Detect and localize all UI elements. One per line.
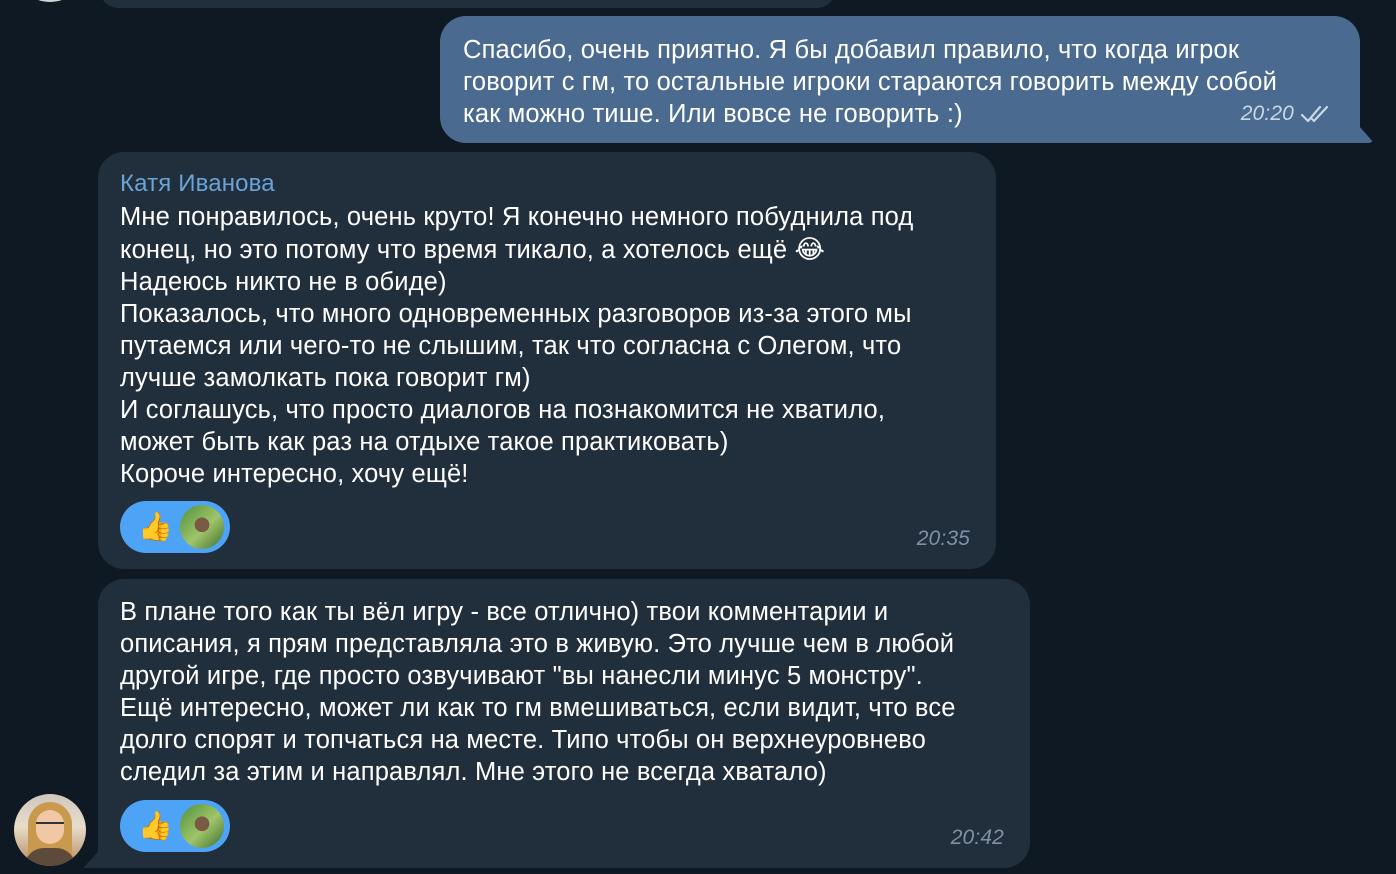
message-text-line1: Мне понравилось, очень круто! Я конечно … <box>120 203 914 231</box>
message-time: 20:20 <box>1240 102 1294 125</box>
incoming-message-bubble[interactable]: Катя Иванова Мне понравилось, очень крут… <box>98 152 996 569</box>
message-time: 20:42 <box>950 826 1004 849</box>
message-text: В плане того как ты вёл игру - все отлич… <box>120 598 956 786</box>
reactor-avatar <box>180 804 224 848</box>
thumbs-up-icon: 👍 <box>138 810 174 841</box>
laughing-emoji-icon: 😂 <box>794 234 826 264</box>
avatar-glasses <box>36 822 64 830</box>
message-meta: 20:20 <box>1241 98 1330 130</box>
message-time: 20:35 <box>916 527 970 550</box>
sender-name[interactable]: Катя Иванова <box>120 168 275 200</box>
thumbs-up-icon: 👍 <box>138 511 174 542</box>
previous-message-bubble[interactable] <box>100 0 835 8</box>
message-text-rest: Надеюсь никто не в обиде) Показалось, чт… <box>120 268 912 488</box>
message-text: Мне понравилось, очень круто! Я конечно … <box>120 201 990 490</box>
message-text-line2: конец, но это потому что время тикало, а… <box>120 236 788 264</box>
sender-avatar[interactable] <box>14 794 86 866</box>
incoming-message-bubble[interactable]: В плане того как ты вёл игру - все отлич… <box>98 579 1030 868</box>
reaction-pill[interactable]: 👍 <box>120 800 230 852</box>
previous-sender-avatar[interactable] <box>14 0 86 2</box>
reaction-pill[interactable]: 👍 <box>120 501 230 553</box>
reactor-avatar <box>180 505 224 549</box>
outgoing-message-bubble[interactable]: Спасибо, очень приятно. Я бы добавил пра… <box>440 16 1360 143</box>
message-text: Спасибо, очень приятно. Я бы добавил пра… <box>463 36 1277 128</box>
double-check-icon <box>1300 105 1329 123</box>
